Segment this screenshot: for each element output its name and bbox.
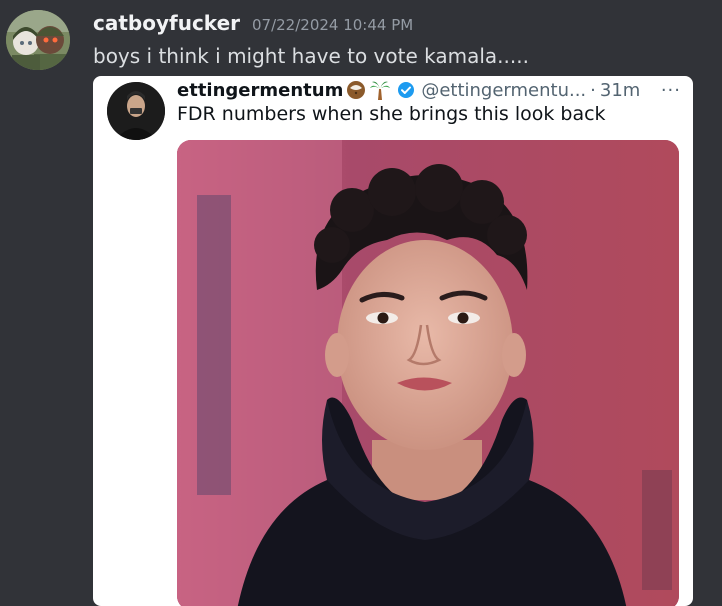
tweet-handle[interactable]: @ettingermentu... (421, 80, 586, 101)
tweet-text: FDR numbers when she brings this look ba… (177, 103, 606, 125)
tweet-header: ettingermentum @ettingermentu... · 31m ·… (177, 77, 687, 103)
tweet-embed[interactable]: ettingermentum @ettingermentu... · 31m ·… (93, 76, 693, 606)
coconut-emoji (345, 79, 367, 101)
tweet-image[interactable] (177, 140, 679, 606)
username[interactable]: catboyfucker (93, 11, 240, 35)
verified-badge-icon (397, 81, 415, 99)
user-avatar[interactable] (6, 10, 70, 70)
message-header: catboyfucker 07/22/2024 10:44 PM (93, 11, 413, 37)
more-options-icon[interactable]: ··· (661, 80, 681, 101)
tweet-time[interactable]: 31m (600, 80, 640, 101)
tweet-author-avatar[interactable] (107, 82, 165, 140)
message-timestamp: 07/22/2024 10:44 PM (252, 16, 414, 34)
message-text: boys i think i might have to vote kamala… (93, 44, 529, 68)
tweet-display-name[interactable]: ettingermentum (177, 80, 343, 101)
palm-tree-emoji (369, 79, 391, 101)
tweet-separator: · (590, 79, 596, 101)
